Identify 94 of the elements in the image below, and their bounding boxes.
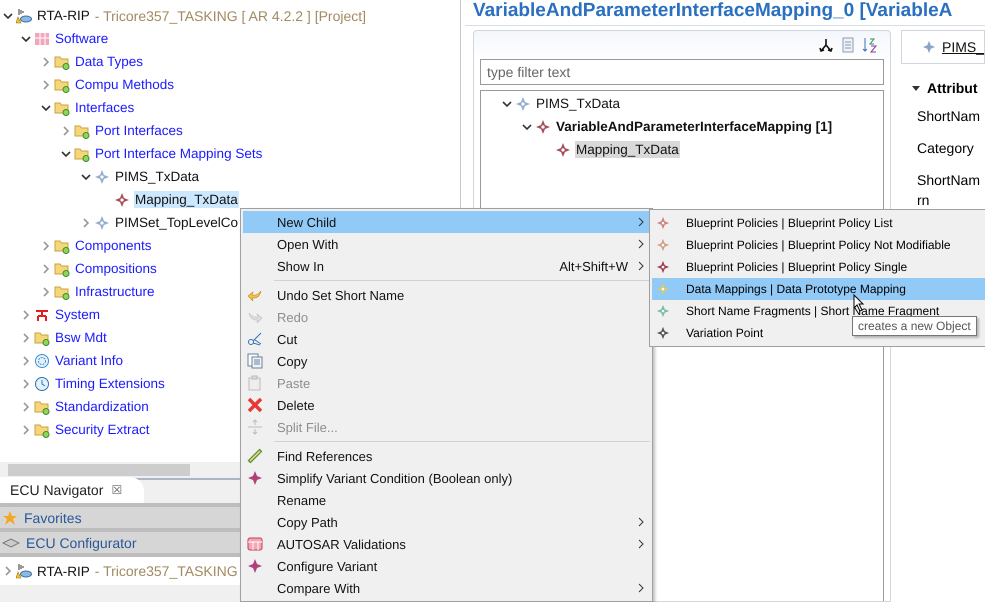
tree-item[interactable]: Mapping_TxData [574, 141, 680, 158]
folder-icon [54, 76, 70, 92]
folder-icon [74, 146, 90, 162]
menu-item[interactable]: Open With [243, 233, 650, 255]
diamond-icon [554, 142, 571, 158]
tree-item[interactable]: Compu Methods [74, 76, 176, 93]
diamond-icon [656, 260, 670, 274]
menu-item[interactable]: Find References [243, 445, 650, 467]
star-icon [2, 510, 18, 526]
diamond-icon [922, 40, 936, 54]
validation-icon [247, 536, 263, 552]
tree-item[interactable]: Standardization [54, 398, 150, 415]
folder-icon [74, 122, 90, 138]
menu-item[interactable]: Copy [243, 350, 650, 372]
project-icon [16, 563, 32, 579]
folder-icon [34, 398, 50, 414]
folder-icon [54, 260, 70, 276]
editor-title: VariableAndParameterInterfaceMapping_0 [VariableA [464, 0, 985, 26]
tree-item[interactable]: Infrastructure [74, 283, 156, 300]
diamond-icon [656, 216, 670, 230]
project-info: - Tricore357_TASKING [ AR 4.2.2 ] [Project] [94, 8, 366, 24]
diamond-icon [656, 326, 670, 340]
grid-icon [34, 30, 50, 46]
tree-item[interactable]: VariableAndParameterInterfaceMapping [1] [554, 118, 834, 135]
project-info: - Tricore357_TASKING [94, 563, 238, 579]
sort-icon[interactable] [862, 37, 878, 53]
folder-icon [54, 284, 70, 300]
menu-item[interactable]: Simplify Variant Condition (Boolean only) [243, 467, 650, 489]
collapse-triangle-icon[interactable] [910, 83, 921, 93]
tree-item[interactable]: Components [74, 237, 153, 254]
tree-item[interactable]: Bsw Mdt [54, 329, 108, 346]
clock-icon [34, 376, 50, 392]
document-icon[interactable] [840, 37, 856, 53]
menu-item[interactable]: Blueprint Policies | Blueprint Policy Not Modifiable [686, 238, 951, 252]
diamond-icon [656, 282, 670, 296]
scrollbar-thumb[interactable] [8, 464, 190, 476]
menu-item[interactable]: Blueprint Policies | Blueprint Policy Single [686, 260, 908, 274]
folder-icon [54, 238, 70, 254]
tree-item[interactable]: RTA-RIP [36, 562, 91, 580]
menu-item[interactable]: Variation Point [686, 326, 764, 340]
tree-item[interactable]: System [54, 306, 102, 323]
menu-item[interactable]: Show In Alt+Shift+W [243, 255, 650, 277]
menu-item[interactable]: Blueprint Policies | Blueprint Policy List [686, 216, 893, 230]
tree-item[interactable]: Compositions [74, 260, 158, 277]
split-icon [247, 419, 263, 435]
diamond-icon [534, 118, 551, 134]
menu-item[interactable]: New Child [243, 211, 650, 233]
close-icon[interactable]: ☒ [111, 483, 122, 497]
section-label: Favorites [24, 510, 82, 526]
diamond-icon [94, 168, 110, 184]
folder-icon [34, 330, 50, 346]
tree-item[interactable]: Mapping_TxData [134, 191, 239, 208]
diamond-icon [656, 238, 670, 252]
diamond-icon [247, 470, 263, 486]
copy-icon [247, 353, 263, 369]
tooltip: creates a new Object [852, 316, 977, 336]
tree-item[interactable]: Port Interfaces [94, 122, 184, 139]
tree-item[interactable]: PIMSet_TopLevelCo [114, 214, 240, 231]
section-title: Attribut [926, 80, 978, 96]
filter-field[interactable]: type filter text [480, 59, 884, 85]
field-label: ShortNam [916, 107, 982, 126]
folder-icon [54, 100, 70, 116]
menu-item[interactable]: Cut [243, 328, 650, 350]
tree-item[interactable]: Interfaces [74, 99, 136, 116]
folder-icon [54, 54, 70, 70]
diamond-icon [514, 96, 531, 112]
project-icon [16, 8, 32, 24]
tree-item[interactable]: Timing Extensions [54, 375, 166, 392]
menu-item[interactable]: Compare With [243, 577, 650, 599]
section-label: ECU Configurator [26, 534, 136, 550]
menu-item[interactable]: Delete [243, 394, 650, 416]
diamond-icon [94, 214, 110, 230]
variant-icon [34, 352, 50, 368]
menu-item[interactable]: Configure Variant [243, 555, 650, 577]
tree-item[interactable]: RTA-RIP [36, 7, 91, 24]
tree-item[interactable]: PIMS_TxData [534, 95, 622, 112]
scissors-icon [247, 331, 263, 347]
tree-item[interactable]: PIMS_TxData [114, 168, 200, 185]
paste-icon [247, 375, 263, 391]
field-label: Category [916, 139, 975, 158]
merge-icon[interactable] [818, 37, 834, 53]
tree-item[interactable]: Security Extract [54, 421, 151, 438]
field-label: ShortNam rn [916, 171, 982, 210]
folder-icon [34, 422, 50, 438]
tree-item[interactable]: Port Interface Mapping Sets [94, 145, 264, 162]
ecu-navigator-tab[interactable]: ECU Navigator ☒ [0, 477, 144, 503]
tree-item[interactable]: Data Types [74, 53, 144, 70]
delete-icon [247, 397, 263, 413]
menu-item[interactable]: Undo Set Short Name [243, 284, 650, 306]
diamond-icon [656, 304, 670, 318]
tree-item[interactable]: Variant Info [54, 352, 124, 369]
diamond-icon [247, 558, 263, 574]
tree-item[interactable]: Software [54, 30, 110, 47]
diamond-icon [114, 192, 130, 208]
